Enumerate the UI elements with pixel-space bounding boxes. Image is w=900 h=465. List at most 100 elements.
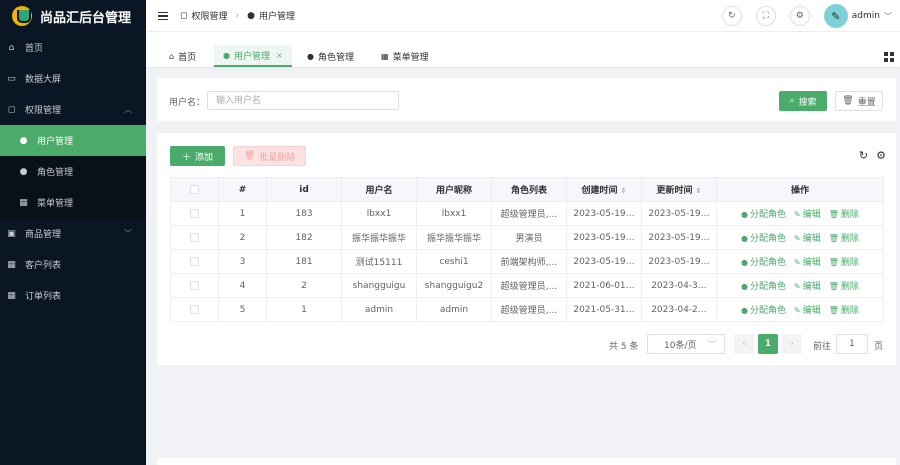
breadcrumb: ◻ 权限管理 › ● 用户管理 [180, 9, 295, 23]
table-body: 1 183 lbxx1 lbxx1 超级管理员,… 2023-05-19… 2023-05-… [170, 201, 884, 322]
assign-role-button[interactable]: ● 分配角色 [741, 306, 786, 316]
select-all-checkbox-cell[interactable] [170, 177, 219, 202]
breadcrumb-item-permission[interactable]: 权限管理 [191, 9, 227, 22]
delete-button[interactable]: 🗑︎ 删除 [829, 258, 859, 268]
settings-button[interactable]: ⚙ [789, 6, 810, 26]
sidebar-item-role-management[interactable]: ● 角色管理 [0, 156, 146, 187]
grid-icon[interactable] [884, 52, 894, 62]
edit-button[interactable]: ✎ 编辑 [794, 282, 821, 292]
reset-button[interactable]: 🗑︎ 重置 [835, 91, 883, 111]
sidebar-item-label: 订单列表 [25, 292, 62, 302]
goto-page-input[interactable] [836, 334, 868, 354]
monitor-icon: ▭ [7, 73, 16, 84]
edit-icon: ✎ [794, 258, 801, 267]
edit-button[interactable]: ✎ 编辑 [794, 306, 821, 316]
gear-icon[interactable]: ⚙ [876, 149, 886, 162]
sort-icon[interactable]: ⇕ [621, 187, 627, 195]
cell-index: 1 [218, 201, 267, 226]
tab-user-management[interactable]: ● 用户管理 × [214, 45, 292, 67]
sidebar-item-customers[interactable]: ▦ 客户列表 [0, 249, 146, 280]
grid-icon: ▦ [7, 290, 16, 301]
delete-button[interactable]: 🗑︎ 删除 [829, 210, 859, 220]
refresh-button[interactable]: ↻ [721, 6, 742, 26]
refresh-icon[interactable]: ↻ [859, 149, 868, 162]
search-card: 用户名： ⌕搜索 🗑︎重置 [157, 78, 896, 121]
checkbox[interactable] [190, 304, 199, 314]
edit-label: 编辑 [802, 282, 821, 292]
table-row: 4 2 shangguigu shangguigu2 超级管理员,… 2021-06-01… [170, 273, 884, 298]
checkbox[interactable] [190, 256, 199, 266]
checkbox[interactable] [190, 280, 199, 290]
goods-icon: ▣ [7, 228, 16, 239]
lock-icon: ◻ [180, 10, 188, 21]
tab-home[interactable]: ⌂ 首页 [160, 45, 205, 67]
cell-index: 3 [218, 249, 267, 274]
sort-icon[interactable]: ⇕ [696, 187, 702, 195]
chevron-down-icon[interactable]: ﹀ [884, 11, 892, 22]
username-label: 用户名： [169, 98, 206, 108]
trash-icon: 🗑︎ [828, 210, 839, 219]
fullscreen-button[interactable]: ⛶ [755, 6, 776, 26]
checkbox[interactable] [190, 184, 199, 194]
batch-delete-button[interactable]: 🗑︎ 批量删除 [233, 146, 306, 166]
delete-button[interactable]: 🗑︎ 删除 [829, 306, 859, 316]
checkbox[interactable] [190, 208, 199, 218]
assign-role-button[interactable]: ● 分配角色 [741, 258, 786, 268]
row-checkbox-cell[interactable] [170, 201, 219, 226]
sidebar-item-orders[interactable]: ▦ 订单列表 [0, 280, 146, 311]
assign-role-button[interactable]: ● 分配角色 [741, 234, 786, 244]
prev-page-button[interactable]: ‹ [734, 334, 754, 354]
cell-created: 2023-05-19… [566, 225, 642, 250]
edit-button[interactable]: ✎ 编辑 [794, 234, 821, 244]
username-search-input[interactable] [207, 91, 399, 110]
user-name[interactable]: admin [852, 11, 880, 21]
checkbox[interactable] [190, 232, 199, 242]
fullscreen-icon: ⛶ [762, 11, 769, 21]
add-button-label: 添加 [195, 152, 214, 163]
sidebar-item-user-management[interactable]: ● 用户管理 [0, 125, 146, 156]
edit-button[interactable]: ✎ 编辑 [794, 258, 821, 268]
row-checkbox-cell[interactable] [170, 225, 219, 250]
chevron-down-icon: ﹀ [708, 339, 716, 349]
assign-role-button[interactable]: ● 分配角色 [741, 282, 786, 292]
bottom-card [157, 458, 896, 465]
next-page-button[interactable]: › [782, 334, 802, 354]
page-number-current[interactable]: 1 [758, 334, 778, 354]
avatar[interactable]: ✎ [823, 4, 848, 28]
sidebar-item-goods[interactable]: ▣ 商品管理 ﹀ [0, 218, 146, 249]
cell-index: 5 [218, 297, 267, 322]
assign-role-button[interactable]: ● 分配角色 [741, 210, 786, 220]
page-size-select[interactable]: 10条/页 ﹀ [647, 334, 725, 354]
delete-button[interactable]: 🗑︎ 删除 [829, 282, 859, 292]
edit-icon: ✎ [794, 306, 801, 315]
sidebar-item-home[interactable]: ⌂ 首页 [0, 32, 146, 63]
row-checkbox-cell[interactable] [170, 249, 219, 274]
column-header-sortable[interactable]: 更新时间 ⇕ [641, 177, 717, 202]
sidebar-item-menu-management[interactable]: ▦ 菜单管理 [0, 187, 146, 218]
cell-username: 振华振华振华 [341, 225, 417, 250]
tab-role-management[interactable]: ● 角色管理 [298, 45, 363, 67]
column-header: # [218, 177, 267, 202]
pagination-total: 共 5 条 [609, 342, 639, 352]
cell-index: 2 [218, 225, 267, 250]
sidebar-item-permission[interactable]: ◻ 权限管理 ︿ [0, 94, 146, 125]
close-icon[interactable]: × [276, 51, 283, 60]
pagination: 共 5 条 10条/页 ﹀ ‹ 1 › 前往 页 [157, 333, 896, 355]
tab-menu-management[interactable]: ▦ 菜单管理 [372, 45, 438, 67]
page-size-value: 10条/页 [664, 340, 697, 351]
search-button[interactable]: ⌕ 搜索 [779, 91, 827, 111]
sidebar-item-data-screen[interactable]: ▭ 数据大屏 [0, 63, 146, 94]
row-checkbox-cell[interactable] [170, 273, 219, 298]
column-header-sortable[interactable]: 创建时间 ⇕ [566, 177, 642, 202]
sidebar-item-label: 首页 [25, 44, 44, 54]
add-user-button[interactable]: ＋ 添加 [170, 146, 225, 166]
menu-toggle-icon[interactable] [158, 11, 168, 20]
row-checkbox-cell[interactable] [170, 297, 219, 322]
cell-username: lbxx1 [341, 201, 417, 226]
goto-unit: 页 [874, 342, 884, 352]
sidebar-item-label: 客户列表 [25, 261, 62, 271]
delete-label: 删除 [840, 258, 859, 268]
edit-button[interactable]: ✎ 编辑 [794, 210, 821, 220]
sidebar-item-label: 权限管理 [25, 106, 62, 116]
delete-button[interactable]: 🗑︎ 删除 [829, 234, 859, 244]
